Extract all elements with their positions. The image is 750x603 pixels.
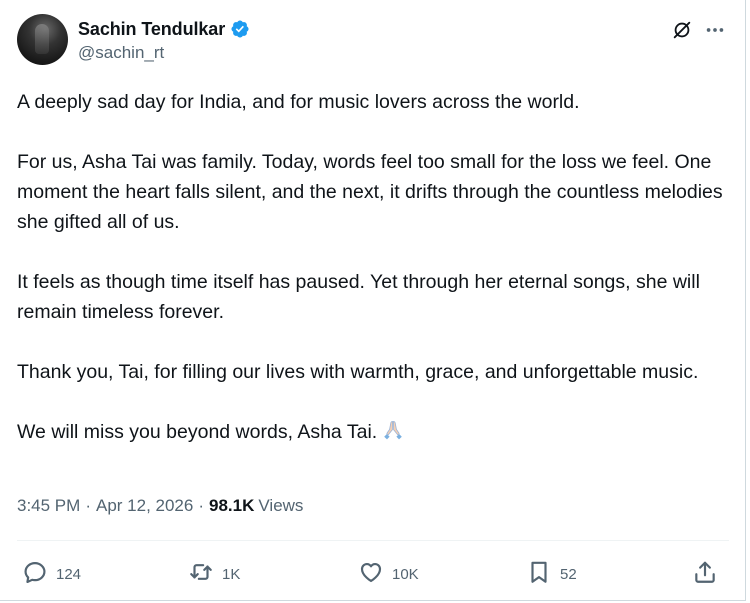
meta-separator: · [198, 496, 205, 515]
views-count[interactable]: 98.1K [209, 496, 254, 516]
reply-button[interactable]: 124 [22, 559, 81, 589]
tweet-paragraph: A deeply sad day for India, and for musi… [17, 91, 580, 113]
tweet-text: A deeply sad day for India, and for musi… [17, 87, 729, 447]
tweet-header: Sachin Tendulkar @sachin_rt [17, 14, 733, 66]
divider [17, 540, 729, 541]
tweet-paragraph: It feels as though time itself has pause… [17, 271, 700, 323]
avatar[interactable] [17, 14, 68, 65]
folded-hands-emoji-icon [381, 418, 405, 442]
bookmark-icon [526, 559, 552, 589]
like-button[interactable]: 10K [358, 559, 419, 589]
share-button[interactable] [692, 559, 718, 589]
tweet-card: Sachin Tendulkar @sachin_rt A deeply sad… [0, 0, 746, 601]
views-label[interactable]: Views [258, 496, 303, 516]
tweet-meta: 3:45 PM · Apr 12, 2026 · 98.1K Views [17, 496, 303, 516]
more-icon[interactable] [704, 19, 726, 41]
verified-badge-icon[interactable] [230, 19, 250, 39]
bookmark-count: 52 [560, 565, 577, 583]
tweet-paragraph-last: We will miss you beyond words, Asha Tai. [17, 417, 729, 447]
author-block: Sachin Tendulkar @sachin_rt [78, 18, 250, 63]
repost-count: 1K [222, 565, 241, 583]
action-bar: 124 1K 10K 52 [22, 559, 722, 589]
like-count: 10K [392, 565, 419, 583]
reply-icon [22, 559, 48, 589]
meta-separator: · [85, 496, 91, 515]
author-display-name[interactable]: Sachin Tendulkar [78, 19, 225, 40]
tweet-date[interactable]: Apr 12, 2026 [96, 496, 193, 516]
tweet-paragraph: For us, Asha Tai was family. Today, word… [17, 151, 723, 233]
tweet-time[interactable]: 3:45 PM [17, 496, 80, 516]
repost-icon [188, 559, 214, 589]
share-icon [692, 559, 718, 589]
bookmark-button[interactable]: 52 [526, 559, 577, 589]
name-row: Sachin Tendulkar [78, 18, 250, 40]
tweet-paragraph: Thank you, Tai, for filling our lives wi… [17, 361, 699, 383]
author-handle[interactable]: @sachin_rt [78, 43, 250, 63]
reply-count: 124 [56, 565, 82, 583]
repost-button[interactable]: 1K [188, 559, 240, 589]
tweet-last-line: We will miss you beyond words, Asha Tai. [17, 421, 378, 443]
heart-icon [358, 559, 384, 589]
grok-icon[interactable] [671, 19, 693, 41]
